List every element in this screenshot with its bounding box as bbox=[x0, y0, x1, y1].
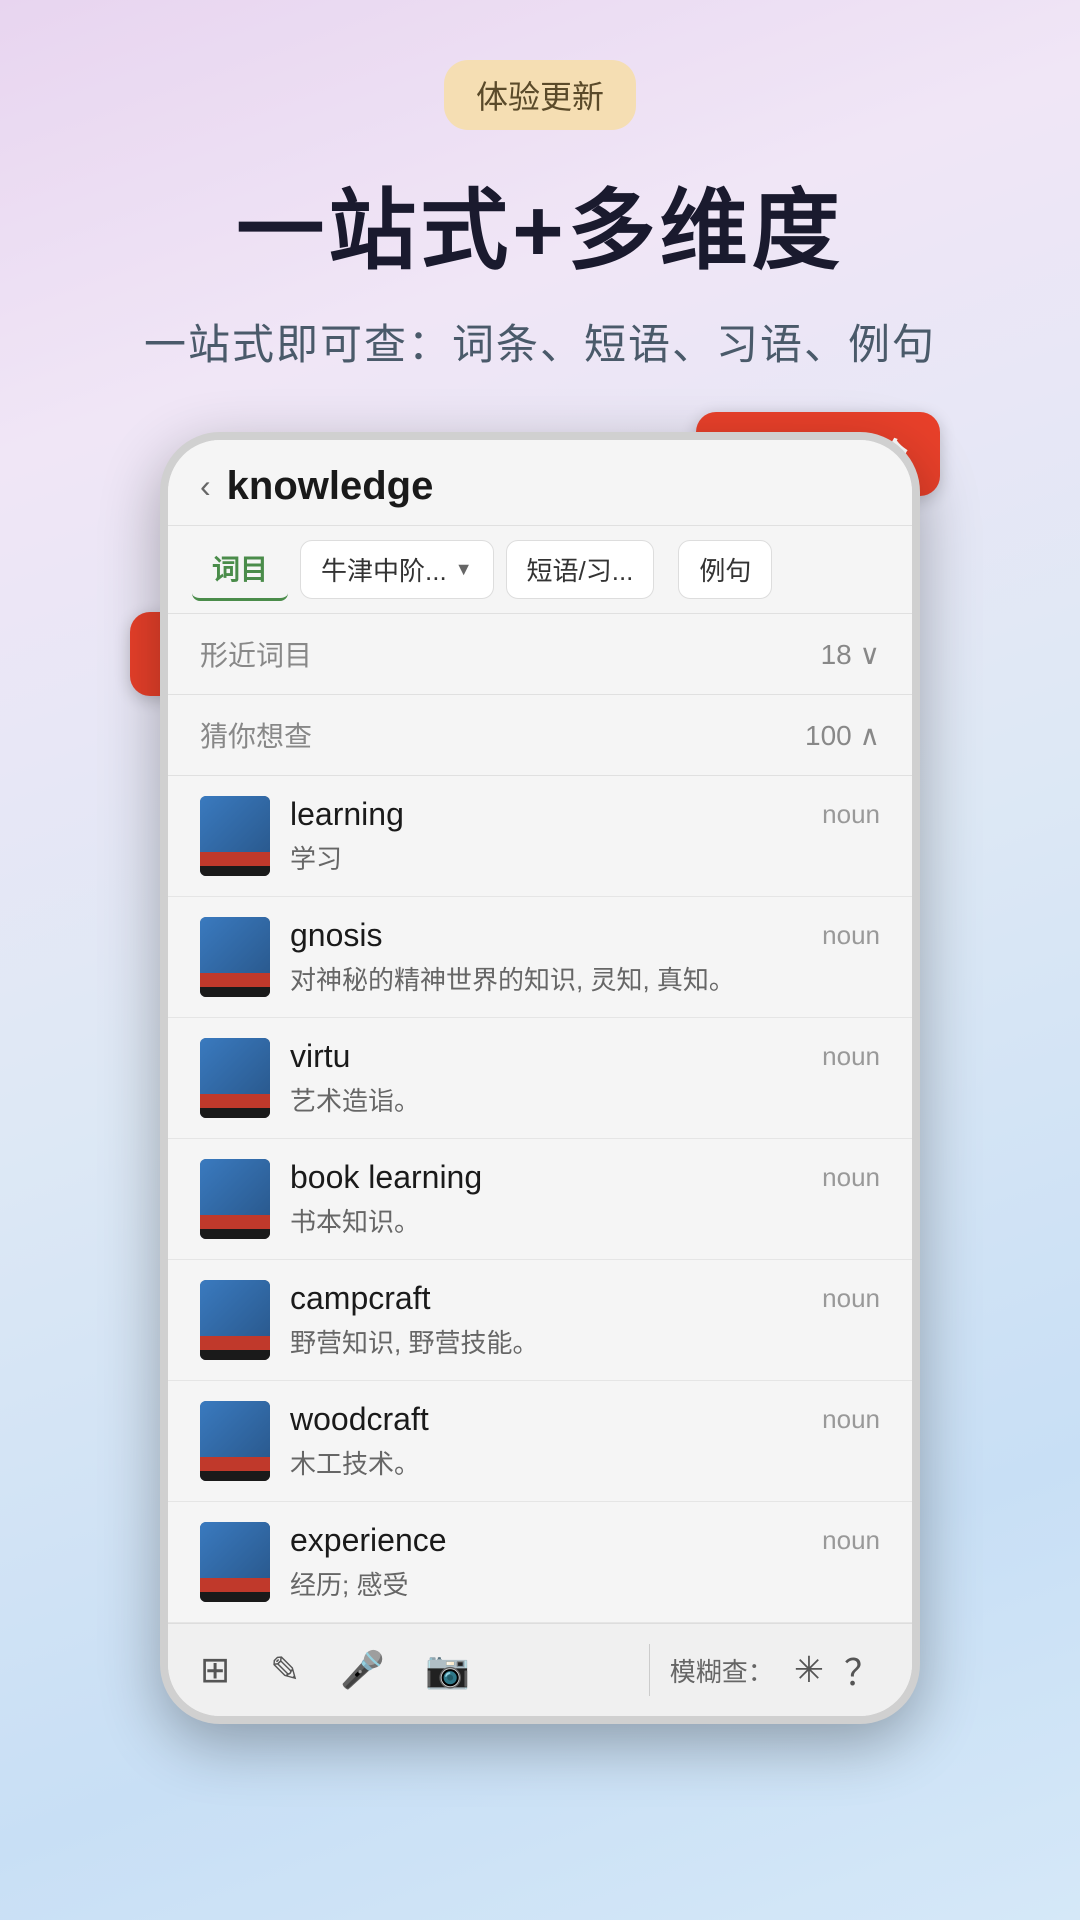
word-item-book-learning[interactable]: book learning noun 书本知识。 bbox=[168, 1139, 912, 1260]
word-def-book-learning: 书本知识。 bbox=[290, 1202, 880, 1239]
phone-toolbar: ⊞ ✎ 🎤 📷 模糊查： ✳ ？ bbox=[168, 1623, 912, 1716]
tab-phrases[interactable]: 短语/习... bbox=[506, 540, 655, 599]
tab-word-list[interactable]: 词目 bbox=[192, 538, 288, 601]
dictionary-icon-experience bbox=[200, 1522, 270, 1602]
tabs-row: 词目 牛津中阶... 短语/习... 例句 bbox=[168, 526, 912, 614]
word-item-experience[interactable]: experience noun 经历; 感受 bbox=[168, 1502, 912, 1623]
word-def-virtu: 艺术造诣。 bbox=[290, 1081, 880, 1118]
word-def-learning: 学习 bbox=[290, 839, 880, 876]
word-item-woodcraft[interactable]: woodcraft noun 木工技术。 bbox=[168, 1381, 912, 1502]
fuzzy-search-label: 模糊查： bbox=[670, 1652, 774, 1689]
word-item-campcraft[interactable]: campcraft noun 野营知识, 野营技能。 bbox=[168, 1260, 912, 1381]
word-item-gnosis[interactable]: gnosis noun 对神秘的精神世界的知识, 灵知, 真知。 bbox=[168, 897, 912, 1018]
dictionary-icon-campcraft bbox=[200, 1280, 270, 1360]
word-content-experience: experience noun 经历; 感受 bbox=[290, 1522, 880, 1602]
content-area: 形近词目 18 ∨ 猜你想查 100 ∧ bbox=[168, 614, 912, 1623]
word-content-book-learning: book learning noun 书本知识。 bbox=[290, 1159, 880, 1239]
search-word: knowledge bbox=[227, 464, 880, 509]
word-def-campcraft: 野营知识, 野营技能。 bbox=[290, 1323, 880, 1360]
word-def-gnosis: 对神秘的精神世界的知识, 灵知, 真知。 bbox=[290, 960, 880, 997]
sub-title: 一站式即可查：词条、短语、习语、例句 bbox=[0, 311, 1080, 372]
word-def-woodcraft: 木工技术。 bbox=[290, 1444, 880, 1481]
word-content-woodcraft: woodcraft noun 木工技术。 bbox=[290, 1401, 880, 1481]
dictionary-icon-virtu bbox=[200, 1038, 270, 1118]
section-guess-label: 猜你想查 bbox=[200, 715, 312, 755]
mic-icon[interactable]: 🎤 bbox=[340, 1649, 385, 1691]
phone-header: ‹ knowledge bbox=[168, 440, 912, 526]
word-pos-experience: noun bbox=[822, 1525, 880, 1556]
word-def-experience: 经历; 感受 bbox=[290, 1565, 880, 1602]
word-content-learning: learning noun 学习 bbox=[290, 796, 880, 876]
word-name-book-learning: book learning bbox=[290, 1159, 482, 1196]
word-name-gnosis: gnosis bbox=[290, 917, 383, 954]
update-badge: 体验更新 bbox=[444, 60, 636, 130]
phone-wrapper: 多维度查检 针对性查询词典 ‹ knowledge 词目 牛津中阶... 短语/… bbox=[160, 432, 920, 1724]
tab-dictionary-dropdown[interactable]: 牛津中阶... bbox=[300, 540, 494, 599]
camera-icon[interactable]: 📷 bbox=[425, 1649, 470, 1691]
main-title: 一站式+多维度 bbox=[0, 160, 1080, 287]
back-button[interactable]: ‹ bbox=[200, 468, 211, 505]
phone-screen: ‹ knowledge 词目 牛津中阶... 短语/习... 例句 形近词目 bbox=[168, 440, 912, 1716]
dictionary-icon-gnosis bbox=[200, 917, 270, 997]
word-pos-book-learning: noun bbox=[822, 1162, 880, 1193]
tab-examples[interactable]: 例句 bbox=[678, 540, 772, 599]
asterisk-icon[interactable]: ✳ bbox=[794, 1649, 824, 1691]
word-item-learning[interactable]: learning noun 学习 bbox=[168, 776, 912, 897]
word-pos-virtu: noun bbox=[822, 1041, 880, 1072]
word-content-gnosis: gnosis noun 对神秘的精神世界的知识, 灵知, 真知。 bbox=[290, 917, 880, 997]
word-pos-woodcraft: noun bbox=[822, 1404, 880, 1435]
phone-frame: ‹ knowledge 词目 牛津中阶... 短语/习... 例句 形近词目 bbox=[160, 432, 920, 1724]
question-icon[interactable]: ？ bbox=[844, 1644, 880, 1696]
toolbar-right: 模糊查： ✳ ？ bbox=[649, 1644, 880, 1696]
top-section: 体验更新 一站式+多维度 一站式即可查：词条、短语、习语、例句 bbox=[0, 0, 1080, 372]
edit-icon[interactable]: ✎ bbox=[270, 1649, 300, 1691]
word-name-virtu: virtu bbox=[290, 1038, 350, 1075]
section-similar-label: 形近词目 bbox=[200, 634, 312, 674]
word-pos-learning: noun bbox=[822, 799, 880, 830]
word-content-campcraft: campcraft noun 野营知识, 野营技能。 bbox=[290, 1280, 880, 1360]
word-content-virtu: virtu noun 艺术造诣。 bbox=[290, 1038, 880, 1118]
section-guess-words[interactable]: 猜你想查 100 ∧ bbox=[168, 695, 912, 776]
section-guess-count: 100 ∧ bbox=[805, 719, 880, 752]
word-pos-gnosis: noun bbox=[822, 920, 880, 951]
word-item-virtu[interactable]: virtu noun 艺术造诣。 bbox=[168, 1018, 912, 1139]
word-name-campcraft: campcraft bbox=[290, 1280, 430, 1317]
section-similar-words[interactable]: 形近词目 18 ∨ bbox=[168, 614, 912, 695]
list-icon[interactable]: ⊞ bbox=[200, 1649, 230, 1691]
section-similar-count: 18 ∨ bbox=[821, 638, 880, 671]
word-name-experience: experience bbox=[290, 1522, 447, 1559]
dictionary-icon-learning bbox=[200, 796, 270, 876]
dictionary-icon-woodcraft bbox=[200, 1401, 270, 1481]
toolbar-left: ⊞ ✎ 🎤 📷 bbox=[200, 1649, 470, 1691]
word-name-woodcraft: woodcraft bbox=[290, 1401, 429, 1438]
word-pos-campcraft: noun bbox=[822, 1283, 880, 1314]
dictionary-icon-book-learning bbox=[200, 1159, 270, 1239]
word-name-learning: learning bbox=[290, 796, 404, 833]
